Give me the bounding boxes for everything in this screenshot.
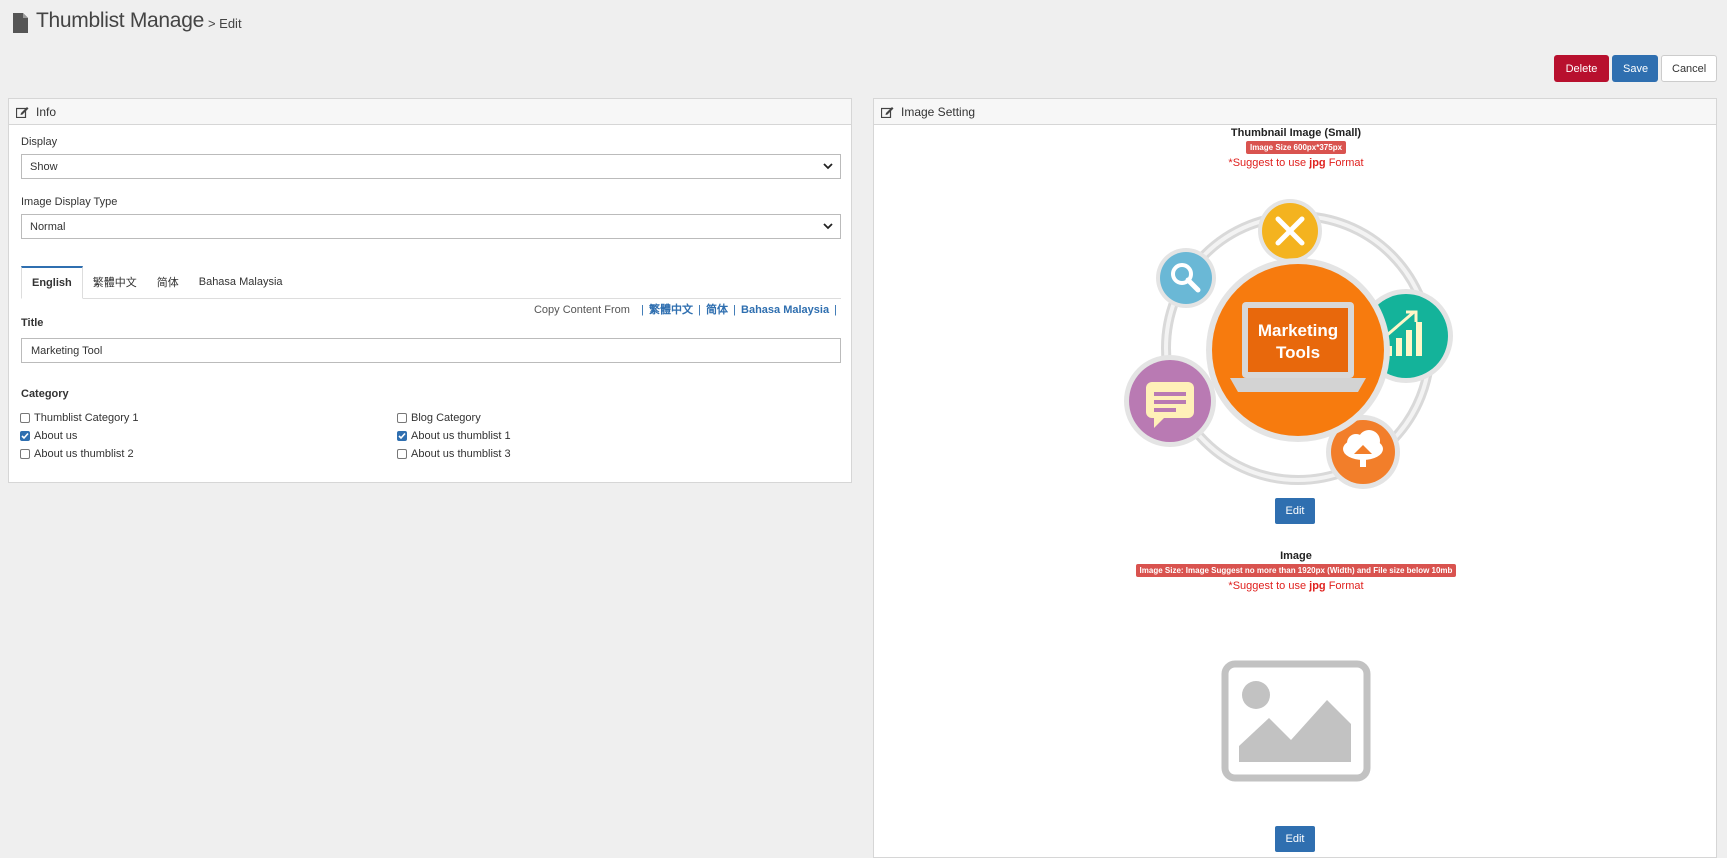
suggest-text: *Suggest to use [1228, 157, 1310, 169]
image-edit-button[interactable]: Edit [1275, 826, 1315, 852]
category-label-text: About us thumblist 1 [411, 430, 511, 442]
image-format-hint: *Suggest to use jpg Format [874, 580, 1718, 592]
checkbox-box[interactable] [397, 449, 407, 459]
display-label: Display [21, 136, 58, 148]
category-label-text: About us thumblist 3 [411, 448, 511, 460]
category-checkbox[interactable]: Blog Category [397, 412, 481, 424]
check-icon [398, 432, 406, 440]
cancel-button[interactable]: Cancel [1661, 55, 1717, 82]
marketing-tools-thumbnail-image: Marketing Tools [1124, 199, 1453, 489]
breadcrumb: > Edit [207, 16, 242, 31]
page-header: Thumblist Manage > Edit [12, 9, 242, 33]
title-input-value: Marketing Tool [31, 344, 103, 357]
chevron-down-icon [823, 163, 833, 170]
image-setting-heading: Image Setting [874, 99, 1716, 125]
thumbnail-image-text-1: Marketing [1258, 321, 1338, 340]
separator: | [733, 304, 736, 316]
separator: | [834, 304, 837, 316]
separator: | [698, 304, 701, 316]
format-text: jpg [1309, 580, 1326, 592]
image-type-select[interactable]: Normal [21, 214, 841, 239]
tab-bahasa-malaysia[interactable]: Bahasa Malaysia [189, 266, 293, 298]
display-select-value: Show [30, 160, 58, 173]
image-placeholder-icon [1221, 660, 1371, 782]
title-label: Title [21, 317, 44, 329]
copy-from-traditional-chinese-link[interactable]: 繁體中文 [649, 304, 693, 316]
image-setting-panel: Image Setting Thumbnail Image (Small) Im… [873, 98, 1717, 858]
chevron-down-icon [823, 223, 833, 230]
thumbnail-title: Thumbnail Image (Small) [1230, 127, 1362, 139]
category-checkbox[interactable]: About us [20, 430, 77, 442]
suggest-text: *Suggest to use [1228, 580, 1310, 592]
image-setting-heading-label: Image Setting [901, 104, 976, 119]
checkbox-box[interactable] [20, 413, 30, 423]
suggest-text: Format [1325, 157, 1364, 169]
thumbnail-format-hint: *Suggest to use jpg Format [874, 157, 1718, 169]
category-label-text: Thumblist Category 1 [34, 412, 139, 424]
category-checkbox[interactable]: About us thumblist 3 [397, 448, 511, 460]
image-type-label: Image Display Type [21, 196, 118, 208]
action-bar: Delete Save Cancel [1554, 55, 1717, 82]
checkbox-box[interactable] [397, 431, 407, 441]
page-title: Thumblist Manage [36, 9, 204, 32]
checkbox-box[interactable] [20, 449, 30, 459]
thumbnail-edit-button[interactable]: Edit [1275, 498, 1315, 524]
check-icon [21, 432, 29, 440]
format-text: jpg [1309, 157, 1326, 169]
language-tabs: English 繁體中文 简体 Bahasa Malaysia [21, 266, 841, 299]
thumbnail-image-text-2: Tools [1276, 343, 1320, 362]
category-checkbox[interactable]: Thumblist Category 1 [20, 412, 139, 424]
copy-content-label: Copy Content From [533, 304, 630, 316]
thumbnail-size-badge: Image Size 600px*375px [1245, 141, 1347, 154]
document-icon [13, 13, 28, 33]
copy-from-bahasa-malaysia-link[interactable]: Bahasa Malaysia [741, 304, 829, 316]
display-select[interactable]: Show [21, 154, 841, 179]
category-label: Category [21, 388, 69, 400]
tab-english[interactable]: English [21, 266, 83, 299]
info-panel: Info Display Show Image Display Type Nor… [8, 98, 852, 483]
category-label-text: About us [34, 430, 78, 442]
category-checkbox[interactable]: About us thumblist 1 [397, 430, 511, 442]
edit-icon [881, 106, 894, 118]
title-input[interactable]: Marketing Tool [21, 338, 841, 363]
thumbnail-section: Thumbnail Image (Small) Image Size 600px… [874, 127, 1718, 169]
tab-simplified-chinese[interactable]: 简体 [147, 266, 189, 298]
checkbox-box[interactable] [397, 413, 407, 423]
delete-button[interactable]: Delete [1554, 55, 1609, 82]
category-checkbox[interactable]: About us thumblist 2 [20, 448, 134, 460]
copy-content-from: Copy Content From | 繁體中文 | 简体 | Bahasa M… [534, 301, 839, 317]
category-label-text: About us thumblist 2 [34, 448, 134, 460]
checkbox-box[interactable] [20, 431, 30, 441]
suggest-text: Format [1325, 580, 1364, 592]
save-button[interactable]: Save [1612, 55, 1658, 82]
info-panel-heading: Info [9, 99, 851, 125]
image-size-badge: Image Size: Image Suggest no more than 1… [1135, 564, 1457, 577]
image-type-select-value: Normal [30, 220, 66, 233]
edit-icon [16, 106, 29, 118]
tab-traditional-chinese[interactable]: 繁體中文 [83, 266, 147, 298]
info-heading-label: Info [36, 104, 57, 119]
image-title: Image [1280, 550, 1312, 562]
separator: | [641, 304, 644, 316]
category-label-text: Blog Category [411, 412, 481, 424]
image-section: Image Image Size: Image Suggest no more … [874, 550, 1718, 592]
copy-from-simplified-chinese-link[interactable]: 简体 [706, 304, 728, 316]
